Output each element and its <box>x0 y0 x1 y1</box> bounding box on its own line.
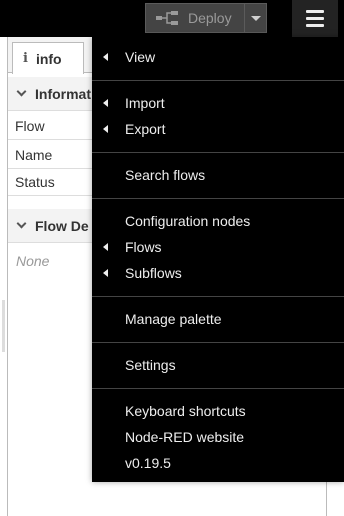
tab-info[interactable]: i info <box>12 42 84 74</box>
menu-divider <box>92 296 344 297</box>
menu-divider <box>92 152 344 153</box>
main-menu-dropdown: View Import Export Search flows Configur… <box>92 37 344 482</box>
menu-item-label: Configuration nodes <box>125 213 251 229</box>
menu-item-keyboard-shortcuts[interactable]: Keyboard shortcuts <box>92 398 344 424</box>
submenu-arrow-icon <box>103 269 108 277</box>
menu-item-node-red-website[interactable]: Node-RED website <box>92 424 344 450</box>
info-row-label: Flow <box>15 117 45 134</box>
menu-divider <box>92 342 344 343</box>
menu-divider <box>92 198 344 199</box>
tab-info-label: info <box>35 50 62 67</box>
menu-item-label: v0.19.5 <box>125 455 171 471</box>
menu-item-label: Import <box>125 95 165 111</box>
menu-item-label: Keyboard shortcuts <box>125 403 246 419</box>
menu-item-label: Settings <box>125 357 176 373</box>
menu-item-version: v0.19.5 <box>92 450 344 476</box>
hamburger-icon-bar <box>306 24 324 27</box>
menu-item-label: Manage palette <box>125 311 222 327</box>
submenu-arrow-icon <box>103 243 108 251</box>
header-bar: Deploy <box>0 0 344 37</box>
menu-item-export[interactable]: Export <box>92 116 344 142</box>
info-row-label: Status <box>15 173 55 190</box>
menu-item-configuration-nodes[interactable]: Configuration nodes <box>92 208 344 234</box>
submenu-arrow-icon <box>103 99 108 107</box>
chevron-down-icon <box>16 86 27 97</box>
menu-item-label: Flows <box>125 239 162 255</box>
menu-item-label: Search flows <box>125 167 206 183</box>
section-information-title: Informat <box>35 85 91 102</box>
menu-item-import[interactable]: Import <box>92 90 344 116</box>
menu-item-subflows[interactable]: Subflows <box>92 260 344 286</box>
menu-item-label: Export <box>125 121 166 137</box>
deploy-label: Deploy <box>188 10 232 26</box>
menu-divider <box>92 388 344 389</box>
hamburger-icon-bar <box>306 17 324 20</box>
info-row-label: Name <box>15 146 53 163</box>
info-icon: i <box>23 51 28 66</box>
caret-down-icon <box>250 15 261 21</box>
submenu-arrow-icon <box>103 53 108 61</box>
menu-item-search-flows[interactable]: Search flows <box>92 162 344 188</box>
menu-item-settings[interactable]: Settings <box>92 352 344 378</box>
menu-divider <box>92 80 344 81</box>
submenu-arrow-icon <box>103 125 108 133</box>
deploy-flow-icon <box>156 11 178 25</box>
section-flow-description-title: Flow De <box>35 217 89 234</box>
flow-description-value: None <box>16 253 50 269</box>
menu-item-view[interactable]: View <box>92 44 344 70</box>
menu-item-label: Node-RED website <box>125 429 245 445</box>
deploy-button[interactable]: Deploy <box>145 3 267 33</box>
main-menu-button[interactable] <box>292 0 338 37</box>
menu-item-flows[interactable]: Flows <box>92 234 344 260</box>
hamburger-icon <box>306 10 324 13</box>
deploy-main[interactable]: Deploy <box>146 4 244 32</box>
chevron-down-icon <box>16 218 27 229</box>
menu-item-label: Subflows <box>125 265 182 281</box>
menu-item-manage-palette[interactable]: Manage palette <box>92 306 344 332</box>
menu-item-label: View <box>125 49 156 65</box>
deploy-options-button[interactable] <box>244 4 266 32</box>
sidebar-splitter[interactable] <box>2 300 5 352</box>
